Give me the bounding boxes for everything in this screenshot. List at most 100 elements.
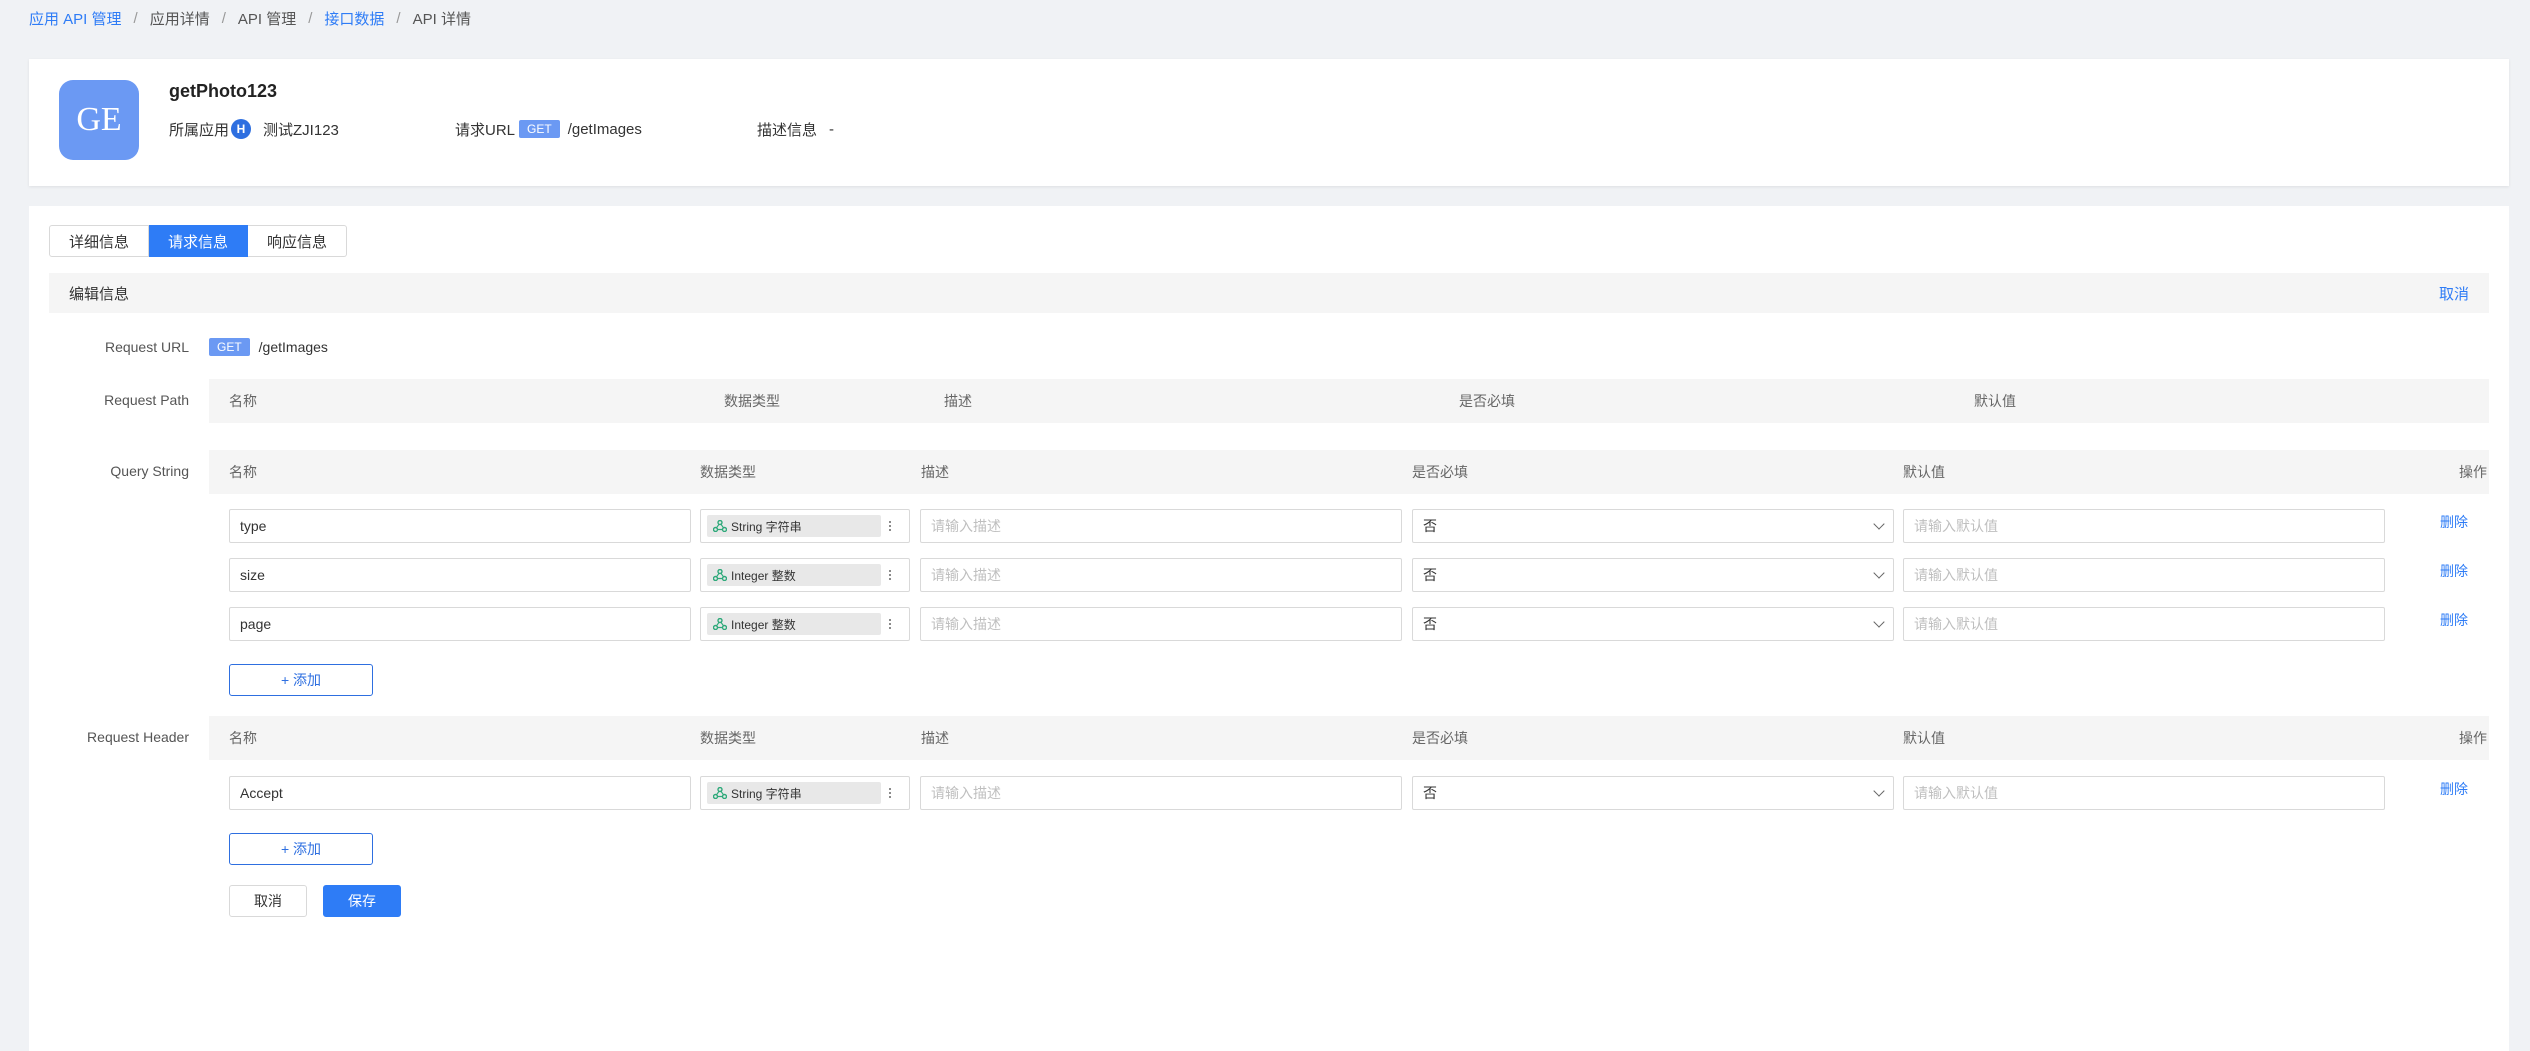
column-header-type: 数据类型 — [700, 464, 756, 480]
data-type-icon — [713, 520, 727, 532]
data-type-icon — [713, 618, 727, 630]
tab-request-info[interactable]: 请求信息 — [149, 225, 249, 257]
param-default-input[interactable]: 请输入默认值 — [1903, 607, 2385, 641]
request-header-table-header: 名称 数据类型 描述 是否必填 默认值 操作 — [209, 716, 2489, 760]
request-header-label: Request Header — [87, 729, 189, 745]
header-type-label: String 字符串 — [731, 786, 802, 801]
save-button[interactable]: 保存 — [323, 885, 401, 917]
chevron-down-icon — [1873, 785, 1885, 797]
param-type-select[interactable]: String 字符串 — [700, 509, 910, 543]
method-tag: GET — [519, 120, 560, 138]
column-header-default: 默认值 — [1903, 730, 1945, 746]
param-type-label: String 字符串 — [731, 519, 802, 534]
cancel-button[interactable]: 取消 — [229, 885, 307, 917]
data-type-icon — [713, 787, 727, 799]
more-options-icon[interactable] — [889, 570, 891, 580]
breadcrumb-app-detail: 应用详情 — [149, 10, 210, 28]
add-query-param-button[interactable]: + 添加 — [229, 664, 373, 696]
breadcrumb: 应用 API 管理 / 应用详情 / API 管理 / 接口数据 / API 详… — [29, 0, 471, 36]
param-name-input[interactable]: page — [229, 607, 691, 641]
param-desc-input[interactable]: 请输入描述 — [920, 558, 1402, 592]
section-title: 编辑信息 — [69, 285, 130, 303]
column-header-action: 操作 — [2459, 730, 2487, 746]
header-desc-input[interactable]: 请输入描述 — [920, 776, 1402, 810]
breadcrumb-api-detail: API 详情 — [412, 10, 471, 28]
column-header-name: 名称 — [229, 393, 257, 409]
url-path: /getImages — [567, 120, 642, 138]
chevron-down-icon — [1873, 567, 1885, 579]
url-label: 请求URL — [455, 121, 516, 139]
desc-label: 描述信息 — [757, 121, 818, 139]
breadcrumb-api-management: API 管理 — [237, 10, 297, 28]
param-desc-input[interactable]: 请输入描述 — [920, 509, 1402, 543]
data-type-icon — [713, 569, 727, 581]
param-type-tag: String 字符串 — [707, 515, 881, 537]
api-header-card: GE getPhoto123 所属应用 H 测试ZJI123 请求URL GET… — [29, 59, 2509, 186]
param-type-tag: Integer 整数 — [707, 613, 881, 635]
breadcrumb-interface-data[interactable]: 接口数据 — [324, 8, 384, 29]
chevron-down-icon — [1873, 518, 1885, 530]
column-header-desc: 描述 — [921, 730, 949, 746]
param-required-value: 否 — [1423, 616, 1437, 632]
breadcrumb-app-api-management[interactable]: 应用 API 管理 — [29, 8, 122, 29]
section-cancel-link[interactable]: 取消 — [2439, 283, 2469, 304]
tab-response-info[interactable]: 响应信息 — [248, 225, 348, 257]
column-header-name: 名称 — [229, 730, 257, 746]
main-card: 详细信息 请求信息 响应信息 编辑信息 取消 Request URL GET /… — [29, 206, 2509, 1051]
param-name-input[interactable]: size — [229, 558, 691, 592]
param-type-label: Integer 整数 — [731, 617, 796, 632]
header-required-select[interactable]: 否 — [1412, 776, 1894, 810]
request-path-label: Request Path — [104, 392, 189, 408]
column-header-desc: 描述 — [944, 393, 972, 409]
param-default-input[interactable]: 请输入默认值 — [1903, 509, 2385, 543]
app-label: 所属应用 — [169, 121, 230, 139]
param-required-value: 否 — [1423, 518, 1437, 534]
param-required-select[interactable]: 否 — [1412, 509, 1894, 543]
tabs: 详细信息 请求信息 响应信息 — [49, 225, 348, 257]
query-string-table-header: 名称 数据类型 描述 是否必填 默认值 操作 — [209, 450, 2489, 494]
api-name: getPhoto123 — [169, 81, 278, 101]
request-url-label: Request URL — [104, 339, 189, 355]
more-options-icon[interactable] — [889, 619, 891, 629]
param-desc-input[interactable]: 请输入描述 — [920, 607, 1402, 641]
method-tag: GET — [209, 338, 250, 356]
tab-detail-info[interactable]: 详细信息 — [49, 225, 150, 257]
param-delete-button[interactable]: 删除 — [2440, 512, 2468, 532]
app-info: 所属应用 H 测试ZJI123 — [169, 117, 339, 141]
add-header-button[interactable]: + 添加 — [229, 833, 373, 865]
param-type-select[interactable]: Integer 整数 — [700, 607, 910, 641]
header-default-input[interactable]: 请输入默认值 — [1903, 776, 2385, 810]
app-name: 测试ZJI123 — [263, 121, 339, 139]
param-required-select[interactable]: 否 — [1412, 607, 1894, 641]
more-options-icon[interactable] — [889, 521, 891, 531]
param-required-select[interactable]: 否 — [1412, 558, 1894, 592]
url-info: 请求URL GET /getImages — [455, 117, 642, 141]
header-name-input[interactable]: Accept — [229, 776, 691, 810]
api-logo: GE — [59, 80, 139, 160]
breadcrumb-separator: / — [221, 9, 226, 27]
breadcrumb-separator: / — [308, 9, 313, 27]
header-type-select[interactable]: String 字符串 — [700, 776, 910, 810]
param-delete-button[interactable]: 删除 — [2440, 561, 2468, 581]
more-options-icon[interactable] — [889, 788, 891, 798]
param-type-select[interactable]: Integer 整数 — [700, 558, 910, 592]
param-type-tag: Integer 整数 — [707, 564, 881, 586]
column-header-required: 是否必填 — [1412, 464, 1468, 480]
request-path-table-header: 名称 数据类型 描述 是否必填 默认值 — [209, 379, 2489, 423]
desc-value: - — [829, 120, 835, 138]
header-required-value: 否 — [1423, 785, 1437, 801]
chevron-down-icon — [1873, 616, 1885, 628]
param-default-input[interactable]: 请输入默认值 — [1903, 558, 2385, 592]
desc-info: 描述信息 - — [757, 117, 834, 141]
column-header-type: 数据类型 — [724, 393, 780, 409]
request-url: GET /getImages — [209, 338, 328, 356]
header-delete-button[interactable]: 删除 — [2440, 779, 2468, 799]
column-header-required: 是否必填 — [1412, 730, 1468, 746]
param-delete-button[interactable]: 删除 — [2440, 610, 2468, 630]
column-header-name: 名称 — [229, 464, 257, 480]
param-name-input[interactable]: type — [229, 509, 691, 543]
edit-section-bar: 编辑信息 取消 — [49, 273, 2489, 313]
column-header-action: 操作 — [2459, 464, 2487, 480]
param-required-value: 否 — [1423, 567, 1437, 583]
param-type-label: Integer 整数 — [731, 568, 796, 583]
